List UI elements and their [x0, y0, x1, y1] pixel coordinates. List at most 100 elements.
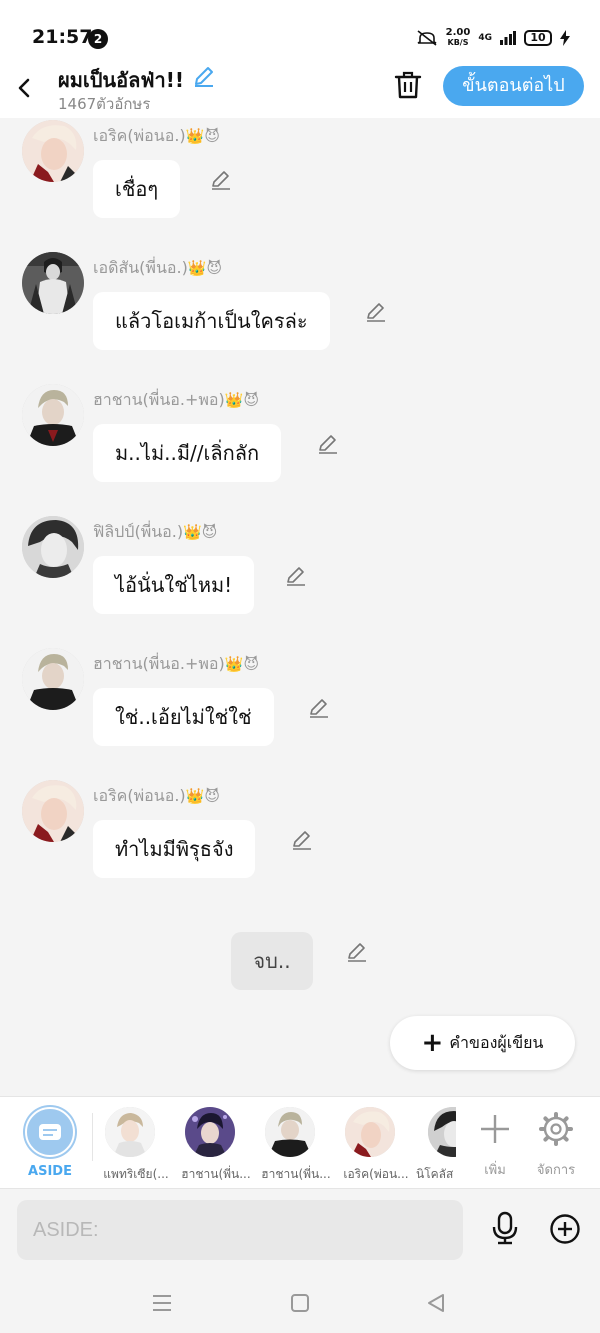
author-note-button[interactable]: + คำของผู้เขียน: [390, 1016, 575, 1070]
message-input[interactable]: [17, 1200, 463, 1260]
sender-emoji: 👑😈: [185, 787, 220, 805]
chat-message: ฮาชาน(พี่นอ.+พอ)👑😈 ม..ไม่..มี//เลิ่กลัก: [0, 384, 600, 506]
sender-label: เอดิสัน(พี่นอ.): [93, 258, 188, 277]
avatar-image: [22, 120, 84, 182]
add-content-button[interactable]: [549, 1213, 581, 1245]
edit-message-button[interactable]: [284, 564, 308, 588]
battery-icon: 10: [524, 30, 552, 46]
message-bubble[interactable]: ไอ้นั่นใช่ไหม!: [93, 556, 255, 614]
avatar: [345, 1107, 395, 1157]
sender-emoji: 👑😈: [224, 391, 260, 409]
avatar-image: [22, 384, 84, 446]
message-bubble[interactable]: ใช่..เอ้ยไม่ใช่ใช่: [93, 688, 274, 746]
avatar-image: [345, 1107, 395, 1157]
mute-icon: [417, 30, 437, 46]
end-marker[interactable]: จบ..: [231, 932, 313, 990]
sender-label: ฮาชาน(พี่นอ.+พอ): [93, 390, 225, 409]
sender-label: เอริค(พ่อนอ.): [93, 786, 186, 805]
avatar-image: [265, 1107, 315, 1157]
character-count: 1467ตัวอักษร: [58, 95, 151, 113]
avatar[interactable]: [22, 252, 84, 314]
chevron-left-icon: [18, 78, 30, 98]
signal-icon: [500, 31, 516, 45]
sender-name: ฮาชาน(พี่นอ.+พอ)👑😈: [93, 388, 259, 413]
message-bubble[interactable]: แล้วโอเมก้าเป็นใครล่ะ: [93, 292, 330, 350]
header: ผมเป็นอัลฟ่า!! 1467ตัวอักษร ขั้นตอนต่อไป: [0, 62, 600, 118]
message-bubble[interactable]: ทำไมมีพิรุธจัง: [93, 820, 256, 878]
avatar: [428, 1107, 456, 1157]
avatar[interactable]: [22, 516, 84, 578]
speed-unit: KB/S: [447, 38, 469, 47]
edit-message-button[interactable]: [209, 168, 233, 192]
back-nav-button[interactable]: [424, 1291, 448, 1315]
sender-label: เอริค(พ่อนอ.): [93, 126, 186, 145]
pencil-icon: [348, 943, 366, 962]
back-button[interactable]: [10, 70, 38, 106]
system-navigation-bar: [0, 1273, 600, 1333]
edit-message-button[interactable]: [316, 432, 340, 456]
edit-end-button[interactable]: [345, 940, 369, 964]
home-button[interactable]: [288, 1291, 312, 1315]
pencil-icon: [310, 699, 328, 718]
status-bar: 21:57 2 2.00 KB/S 4G 10: [0, 0, 600, 62]
author-note-label: คำของผู้เขียน: [449, 1032, 544, 1052]
character-name: เอริค(พ่อน...: [343, 1167, 409, 1181]
menu-icon: [153, 1295, 171, 1311]
avatar: [265, 1107, 315, 1157]
aside-label: ASIDE: [28, 1164, 72, 1179]
delete-button[interactable]: [394, 70, 422, 100]
aside-avatar[interactable]: [25, 1107, 75, 1157]
avatar[interactable]: [22, 780, 84, 842]
avatar: [105, 1107, 155, 1157]
chat-message: เอริค(พ่อนอ.)👑😈 เชื่อๆ: [0, 120, 600, 242]
character-item[interactable]: แพทริเซีย(...: [96, 1107, 176, 1185]
chat-message: ฟิลิปป์(พี่นอ.)👑😈 ไอ้นั่นใช่ไหม!: [0, 516, 600, 638]
triangle-back-icon: [428, 1294, 444, 1312]
pencil-icon: [212, 171, 230, 190]
character-item[interactable]: นิโคลัส: [416, 1107, 456, 1185]
chat-message: เอดิสัน(พี่นอ.)👑😈 แล้วโอเมก้าเป็นใครล่ะ: [0, 252, 600, 374]
pencil-icon: [293, 831, 311, 850]
plus-icon: +: [421, 1028, 444, 1058]
sender-emoji: 👑😈: [187, 259, 223, 277]
sender-emoji: 👑😈: [183, 523, 218, 541]
avatar-image: [22, 252, 84, 314]
gear-icon: [539, 1112, 573, 1146]
avatar[interactable]: [22, 384, 84, 446]
character-item[interactable]: เอริค(พ่อน...: [336, 1107, 416, 1185]
sender-label: ฟิลิปป์(พี่นอ.): [93, 522, 184, 541]
avatar[interactable]: [22, 648, 84, 710]
recent-apps-button[interactable]: [150, 1291, 174, 1315]
avatar-image: [22, 516, 84, 578]
notification-badge: 2: [88, 29, 108, 49]
edit-message-button[interactable]: [364, 300, 388, 324]
manage-label: จัดการ: [536, 1163, 576, 1178]
avatar[interactable]: [22, 120, 84, 182]
character-name: แพทริเซีย(...: [103, 1167, 169, 1181]
character-item[interactable]: ฮาชาน(พี่น...: [256, 1107, 336, 1185]
add-character-button[interactable]: เพิ่ม: [470, 1107, 520, 1185]
sender-name: เอดิสัน(พี่นอ.)👑😈: [93, 256, 222, 281]
character-name: ฮาชาน(พี่น...: [261, 1167, 331, 1181]
message-bubble[interactable]: ม..ไม่..มี//เลิ่กลัก: [93, 424, 282, 482]
sender-emoji: 👑😈: [185, 127, 220, 145]
next-step-button[interactable]: ขั้นตอนต่อไป: [443, 66, 584, 106]
square-icon: [291, 1294, 309, 1312]
speed-value: 2.00: [445, 27, 471, 38]
chat-area[interactable]: เอริค(พ่อนอ.)👑😈 เชื่อๆ เอดิสัน(พี่นอ.)�: [0, 118, 600, 1096]
pencil-icon: [287, 567, 305, 586]
avatar: [185, 1107, 235, 1157]
edit-message-button[interactable]: [307, 696, 331, 720]
avatar-image: [22, 648, 84, 710]
character-name: ฮาชาน(พี่น...: [181, 1167, 251, 1181]
voice-button[interactable]: [490, 1211, 520, 1245]
plus-circle-icon: [550, 1214, 580, 1244]
character-item[interactable]: ฮาชาน(พี่น...: [176, 1107, 256, 1185]
manage-characters-button[interactable]: จัดการ: [528, 1107, 584, 1185]
pencil-icon: [319, 435, 337, 454]
edit-message-button[interactable]: [290, 828, 314, 852]
pencil-icon: [195, 67, 213, 87]
message-bubble[interactable]: เชื่อๆ: [93, 160, 181, 218]
sender-name: ฟิลิปป์(พี่นอ.)👑😈: [93, 520, 217, 545]
edit-title-button[interactable]: [192, 64, 216, 88]
